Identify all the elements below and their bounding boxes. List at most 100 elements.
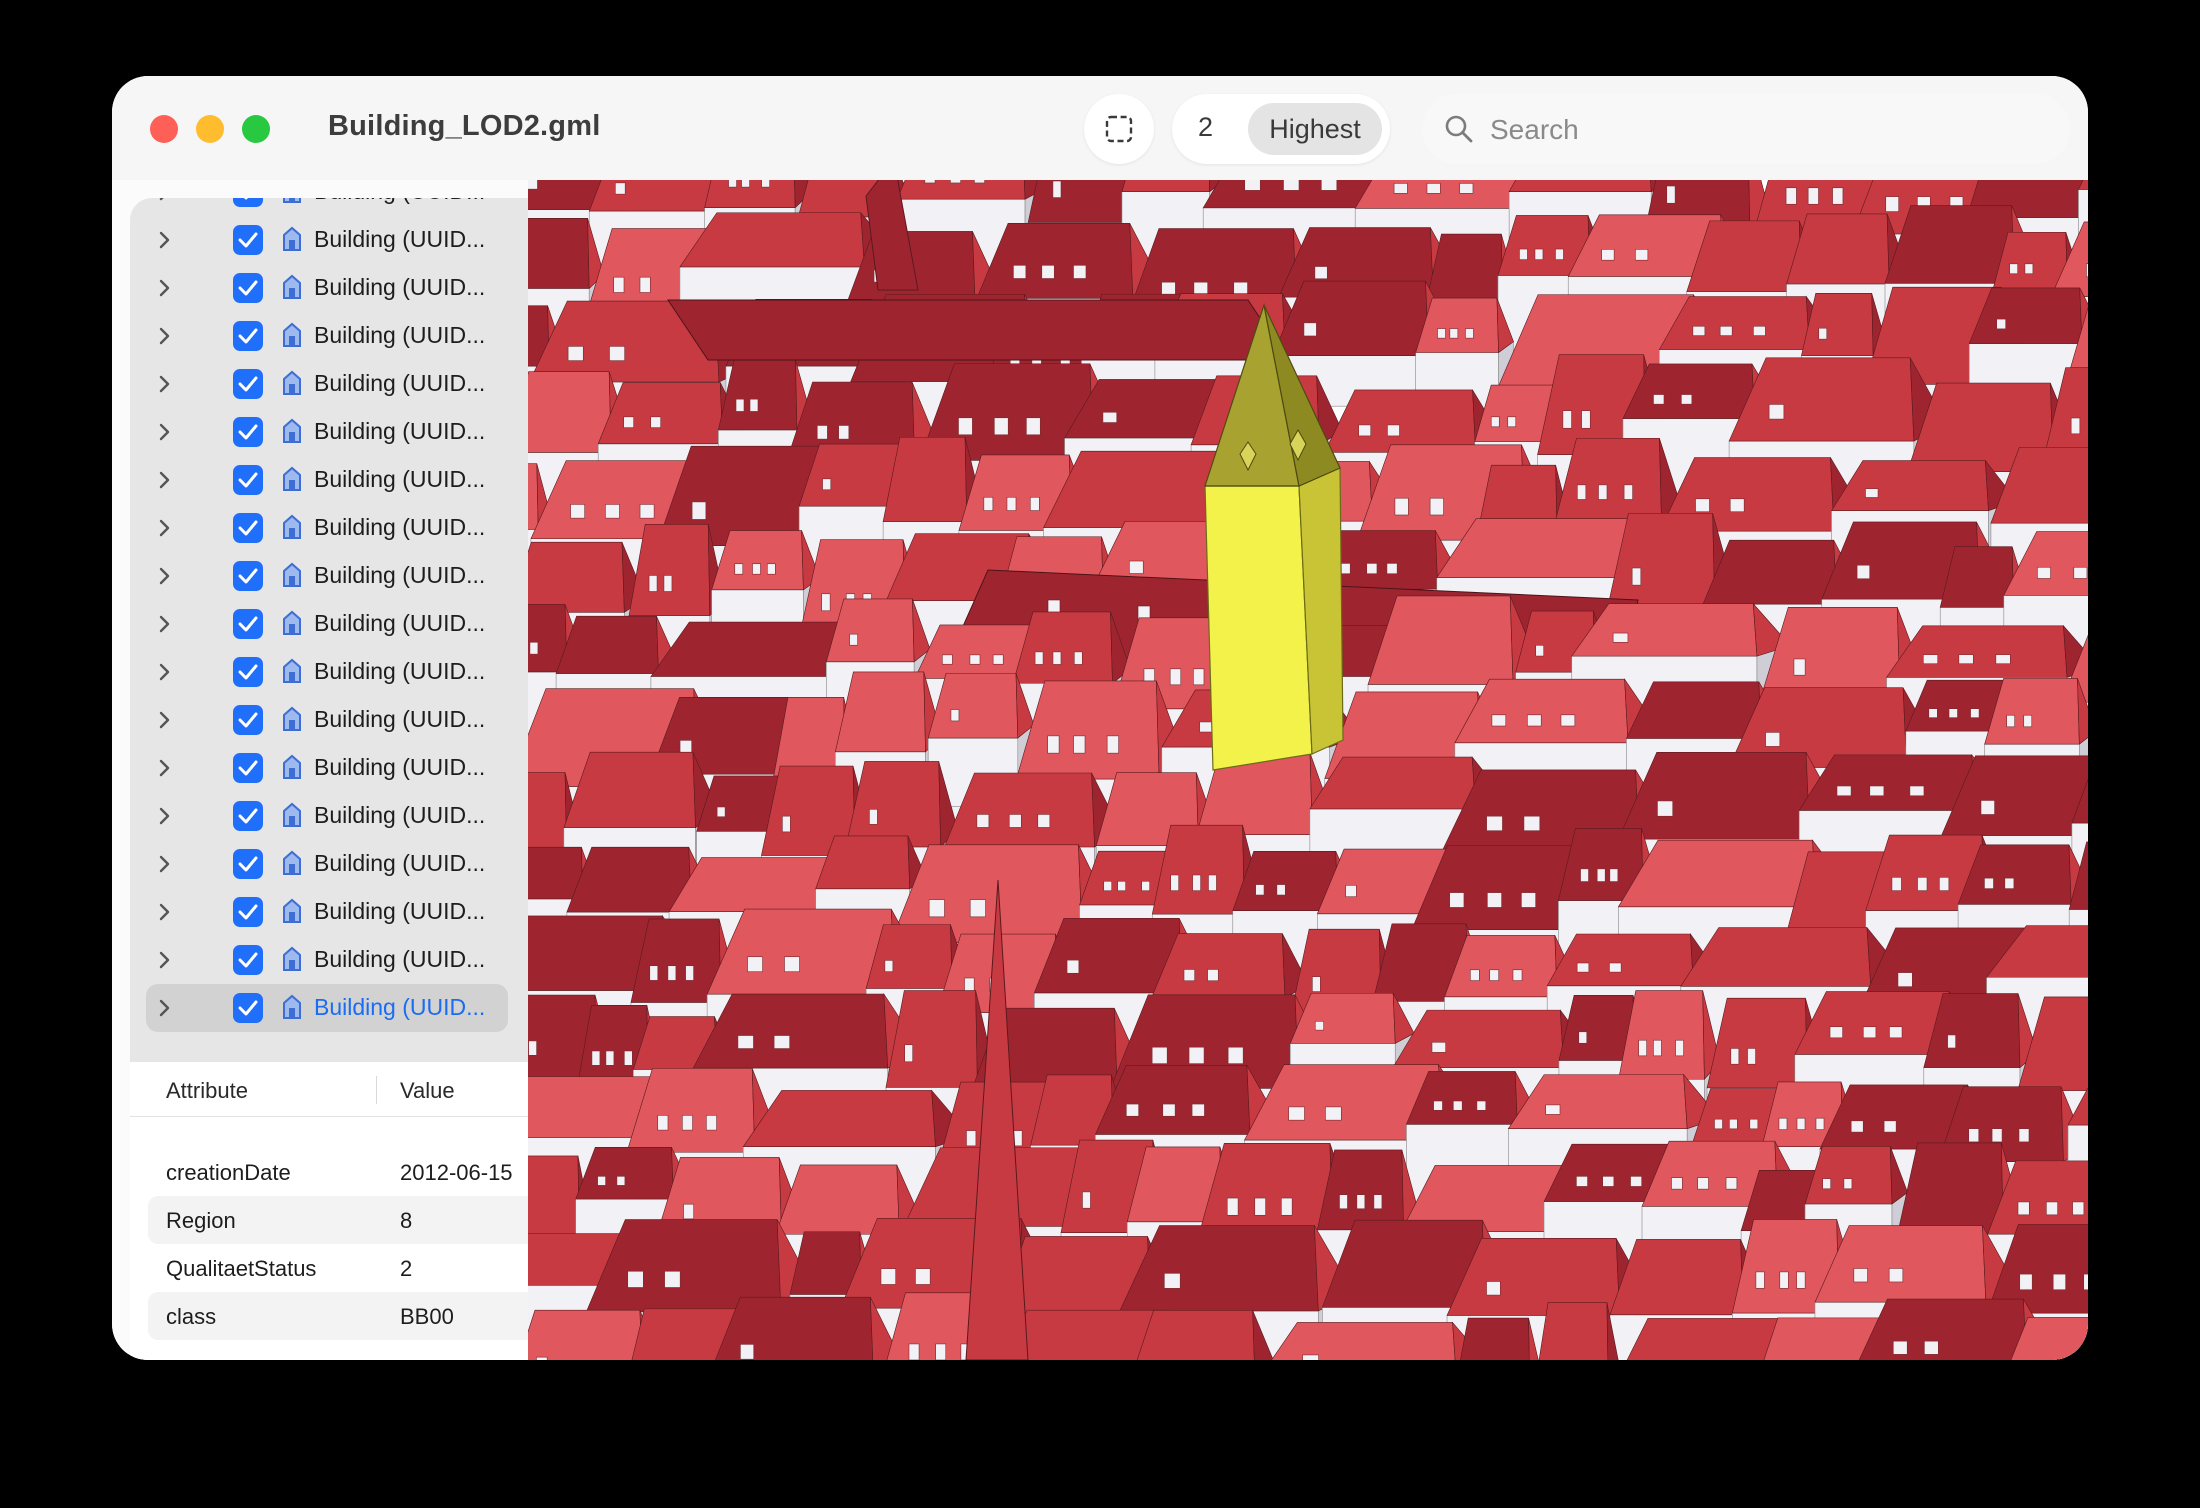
visibility-checkbox[interactable] [233, 657, 263, 687]
visibility-checkbox[interactable] [233, 561, 263, 591]
visibility-checkbox[interactable] [233, 993, 263, 1023]
tree-row-building[interactable]: Building (UUID... [130, 504, 528, 552]
tree-row-building[interactable]: Building (UUID... [130, 792, 528, 840]
chevron-right-icon[interactable] [158, 806, 172, 826]
chevron-right-icon[interactable] [158, 422, 172, 442]
lod-level-button[interactable]: 2 [1198, 112, 1213, 143]
tree-row-building[interactable]: Building (UUID... [130, 840, 528, 888]
chevron-right-icon[interactable] [158, 662, 172, 682]
tree-row-building[interactable]: Building (UUID... [130, 696, 528, 744]
visibility-checkbox[interactable] [233, 465, 263, 495]
tree-row-building[interactable]: Building (UUID... [130, 744, 528, 792]
chevron-right-icon[interactable] [158, 998, 172, 1018]
attribute-column-header[interactable]: Attribute [166, 1078, 248, 1104]
visibility-checkbox[interactable] [233, 945, 263, 975]
tree-row-building[interactable]: Building (UUID... [130, 600, 528, 648]
selection-rect-icon [1105, 115, 1133, 143]
value-column-header[interactable]: Value [400, 1078, 455, 1104]
attribute-row[interactable]: class BB00 [130, 1292, 528, 1340]
dormer [1288, 1106, 1305, 1121]
tree-row-building[interactable]: Building (UUID... [130, 408, 528, 456]
tree-row-building[interactable]: Building (UUID... [130, 552, 528, 600]
building-roof [528, 1155, 580, 1247]
search-field[interactable] [1422, 94, 2070, 164]
attribute-table-header: Attribute Value [130, 1062, 528, 1117]
column-divider[interactable] [376, 1076, 377, 1104]
chevron-right-icon[interactable] [158, 518, 172, 538]
tree-row-building[interactable]: Building (UUID... [130, 198, 528, 216]
close-window-button[interactable] [150, 115, 178, 143]
visibility-checkbox[interactable] [233, 849, 263, 879]
lod-highest-button[interactable]: Highest [1248, 103, 1382, 155]
visibility-checkbox[interactable] [233, 753, 263, 783]
tree-row-label: Building (UUID... [314, 946, 486, 972]
tree-row-building[interactable]: Building (UUID... [130, 312, 528, 360]
visibility-checkbox[interactable] [233, 198, 263, 207]
dormer [1312, 976, 1321, 992]
minimize-window-button[interactable] [196, 115, 224, 143]
building-icon [283, 370, 301, 395]
chevron-right-icon[interactable] [158, 566, 172, 586]
dormer [1980, 800, 1995, 815]
search-input[interactable] [1488, 108, 2052, 152]
building-icon [283, 610, 301, 635]
city-model-render[interactable] [528, 180, 2088, 1360]
building-roof [528, 1309, 642, 1360]
chevron-right-icon[interactable] [158, 614, 172, 634]
dormer [1545, 1104, 1561, 1115]
tree-row-building[interactable]: Building (UUID... [130, 264, 528, 312]
dormer [966, 1130, 977, 1147]
dormer [1193, 668, 1205, 686]
visibility-checkbox[interactable] [233, 369, 263, 399]
dormer [1681, 394, 1693, 405]
zoom-window-button[interactable] [242, 115, 270, 143]
chevron-right-icon[interactable] [158, 470, 172, 490]
dormer [2072, 1201, 2085, 1216]
tree-row-building[interactable]: Building (UUID... [130, 648, 528, 696]
visibility-checkbox[interactable] [233, 417, 263, 447]
dormer [1836, 785, 1852, 797]
visibility-checkbox[interactable] [233, 321, 263, 351]
dormer [1889, 1026, 1903, 1039]
tree-row-building[interactable]: Building (UUID... [130, 888, 528, 936]
object-tree[interactable]: Building (UUID... Building (UUID... Buildi… [130, 198, 528, 1062]
dormer [1714, 1118, 1723, 1130]
attribute-row[interactable]: creationDate 2012-06-15 [130, 1148, 528, 1196]
tree-row-building[interactable]: Building (UUID... [130, 216, 528, 264]
dormer [1476, 1100, 1487, 1111]
chevron-right-icon[interactable] [158, 278, 172, 298]
visibility-checkbox[interactable] [233, 513, 263, 543]
attribute-value: 8 [400, 1208, 413, 1233]
chevron-right-icon[interactable] [158, 950, 172, 970]
visibility-checkbox[interactable] [233, 609, 263, 639]
selection-tool-button[interactable] [1084, 94, 1154, 164]
tree-row-building[interactable]: Building (UUID... [130, 456, 528, 504]
chevron-right-icon[interactable] [158, 198, 172, 202]
chevron-right-icon[interactable] [158, 854, 172, 874]
dormer [838, 425, 850, 440]
3d-viewport[interactable] [528, 180, 2088, 1360]
chevron-right-icon[interactable] [158, 758, 172, 778]
building-roof [1508, 180, 1652, 192]
tree-row-building[interactable]: Building (UUID... [130, 936, 528, 984]
chevron-right-icon[interactable] [158, 230, 172, 250]
dormer [1169, 668, 1182, 686]
visibility-checkbox[interactable] [233, 801, 263, 831]
dormer [1675, 1039, 1684, 1057]
visibility-checkbox[interactable] [233, 897, 263, 927]
attribute-row[interactable]: QualitaetStatus 2 [130, 1244, 528, 1292]
chevron-right-icon[interactable] [158, 710, 172, 730]
dormer [616, 1176, 626, 1186]
checkmark-icon [238, 376, 258, 392]
tree-row-building[interactable]: Building (UUID... [130, 984, 528, 1032]
visibility-checkbox[interactable] [233, 273, 263, 303]
visibility-checkbox[interactable] [233, 705, 263, 735]
visibility-checkbox[interactable] [233, 225, 263, 255]
chevron-right-icon[interactable] [158, 326, 172, 346]
dormer [1996, 318, 2007, 330]
chevron-right-icon[interactable] [158, 902, 172, 922]
chevron-right-icon[interactable] [158, 374, 172, 394]
attribute-row[interactable]: Region 8 [130, 1196, 528, 1244]
dormer [1366, 563, 1378, 575]
tree-row-building[interactable]: Building (UUID... [130, 360, 528, 408]
